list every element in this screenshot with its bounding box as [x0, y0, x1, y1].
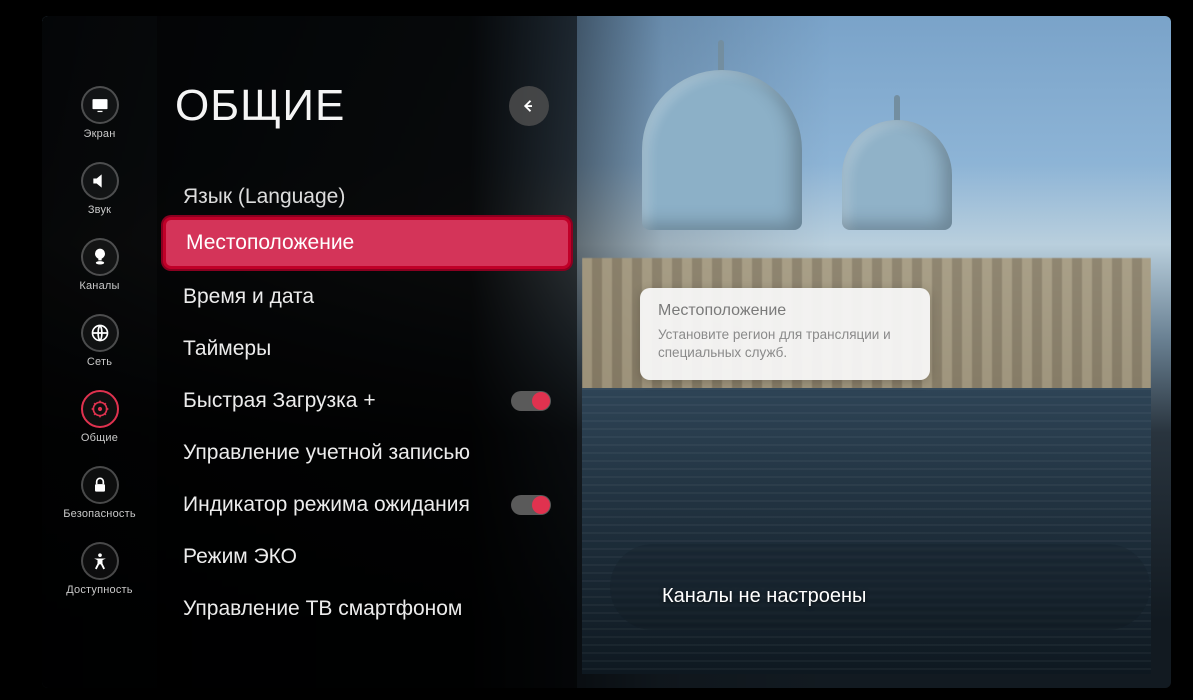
gear-icon: [81, 390, 119, 428]
menu-item-label: Язык (Language): [183, 185, 345, 209]
sidebar-item-label: Каналы: [79, 280, 119, 292]
accessibility-icon: [81, 542, 119, 580]
menu-item-quickstart[interactable]: Быстрая Загрузка +: [157, 375, 577, 427]
sidebar-item-label: Общие: [81, 432, 118, 444]
menu-item-account[interactable]: Управление учетной записью: [157, 427, 577, 479]
screen-icon: [81, 86, 119, 124]
settings-menu-list: Язык (Language) Местоположение Время и д…: [157, 177, 577, 635]
menu-item-datetime[interactable]: Время и дата: [157, 271, 577, 323]
sidebar-item-accessibility[interactable]: Доступность: [42, 542, 157, 596]
menu-item-label: Режим ЭКО: [183, 545, 297, 569]
panel-title: ОБЩИЕ: [175, 81, 345, 131]
sidebar-item-general[interactable]: Общие: [42, 390, 157, 444]
sidebar-item-label: Экран: [83, 128, 115, 140]
menu-item-label: Управление учетной записью: [183, 441, 470, 465]
menu-item-label: Время и дата: [183, 285, 314, 309]
sidebar-item-channels[interactable]: Каналы: [42, 238, 157, 292]
menu-item-eco[interactable]: Режим ЭКО: [157, 531, 577, 583]
sidebar-item-label: Звук: [88, 204, 111, 216]
settings-panel: ОБЩИЕ Язык (Language) Местоположение Вре…: [157, 16, 577, 688]
info-card-body: Установите регион для трансляции и специ…: [658, 326, 912, 362]
menu-item-label: Управление ТВ смартфоном: [183, 597, 462, 621]
info-card: Местоположение Установите регион для тра…: [640, 288, 930, 380]
network-icon: [81, 314, 119, 352]
settings-sidebar: Экран Звук Каналы Сеть Общие: [42, 16, 157, 688]
menu-item-tvphone[interactable]: Управление ТВ смартфоном: [157, 583, 577, 635]
sidebar-item-network[interactable]: Сеть: [42, 314, 157, 368]
menu-item-language[interactable]: Язык (Language): [157, 177, 577, 215]
sidebar-item-screen[interactable]: Экран: [42, 86, 157, 140]
channel-status-text: Каналы не настроены: [662, 585, 866, 608]
menu-item-label: Индикатор режима ожидания: [183, 493, 470, 517]
sidebar-item-sound[interactable]: Звук: [42, 162, 157, 216]
back-button[interactable]: [509, 86, 549, 126]
menu-item-label: Быстрая Загрузка +: [183, 389, 376, 413]
menu-item-label: Таймеры: [183, 337, 271, 361]
menu-item-timers[interactable]: Таймеры: [157, 323, 577, 375]
sidebar-item-label: Безопасность: [63, 508, 136, 520]
sidebar-item-security[interactable]: Безопасность: [42, 466, 157, 520]
quickstart-toggle[interactable]: [511, 391, 551, 411]
sound-icon: [81, 162, 119, 200]
sidebar-item-label: Доступность: [66, 584, 132, 596]
channels-icon: [81, 238, 119, 276]
menu-item-label: Местоположение: [186, 231, 354, 255]
lock-icon: [81, 466, 119, 504]
sidebar-item-label: Сеть: [87, 356, 112, 368]
info-card-title: Местоположение: [658, 302, 912, 320]
back-icon: [520, 97, 538, 115]
standby-toggle[interactable]: [511, 495, 551, 515]
menu-item-location[interactable]: Местоположение: [163, 217, 571, 269]
menu-item-standby[interactable]: Индикатор режима ожидания: [157, 479, 577, 531]
